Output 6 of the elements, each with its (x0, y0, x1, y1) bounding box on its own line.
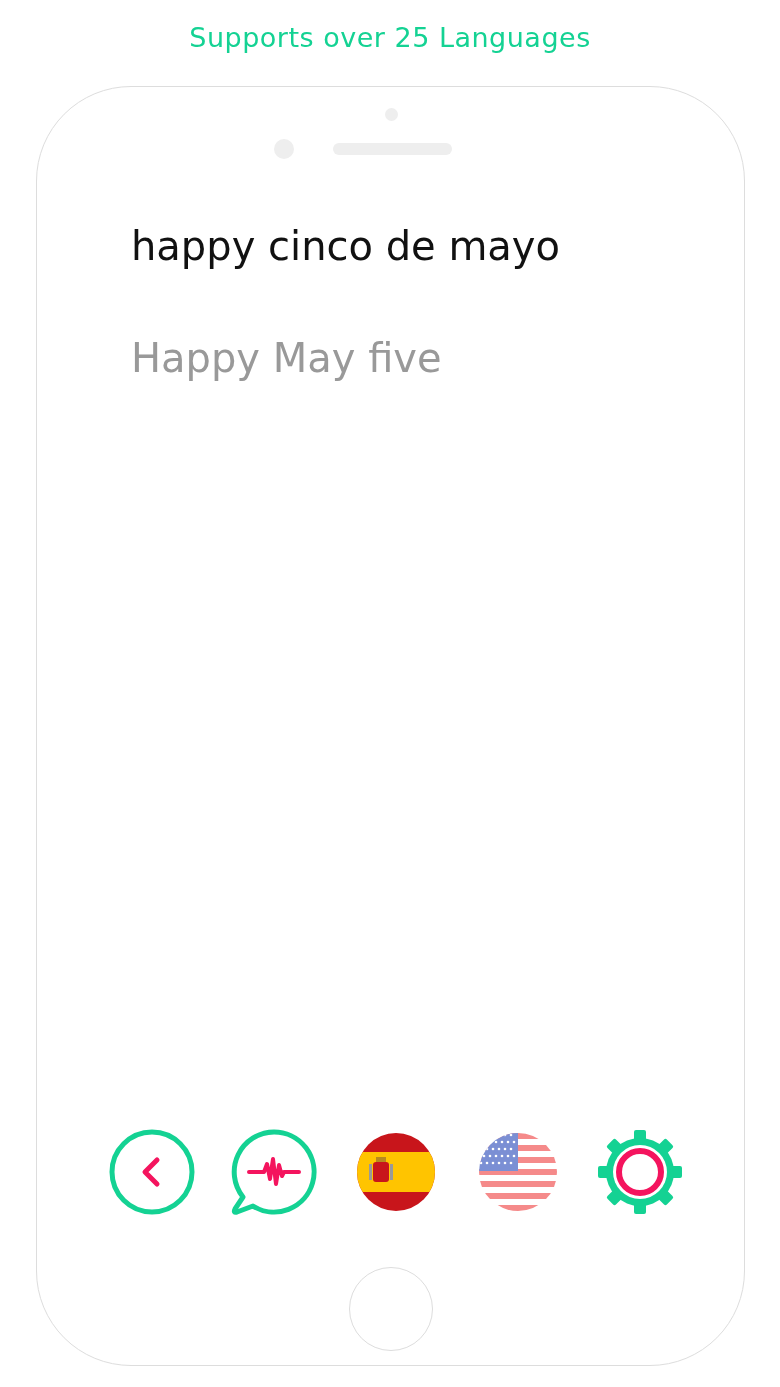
back-button[interactable] (108, 1129, 195, 1215)
headline: Supports over 25 Languages (189, 21, 591, 53)
translation-text: Happy May five (131, 335, 442, 381)
settings-button[interactable] (596, 1129, 683, 1215)
input-text: happy cinco de mayo (131, 223, 560, 269)
speak-button[interactable] (230, 1129, 317, 1215)
